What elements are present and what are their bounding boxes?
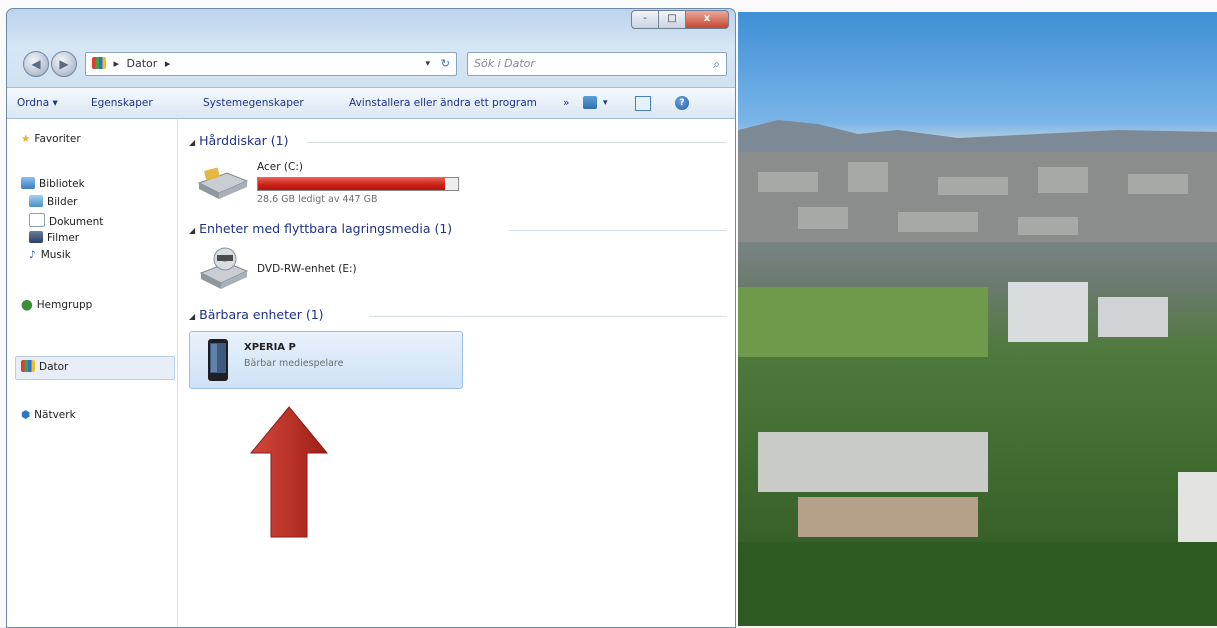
address-separator: ▸ [113, 57, 120, 70]
address-separator[interactable]: ▸ [165, 57, 171, 70]
preview-pane-icon[interactable] [635, 96, 651, 111]
file-list-pane: ◢ Hårddiskar (1) Acer (C:) 28,6 GB ledigt… [179, 119, 735, 627]
organize-menu[interactable]: Ordna ▾ [17, 88, 58, 118]
device-type: Bärbar mediespelare [244, 358, 344, 369]
drive-c-name: Acer (C:) [257, 161, 303, 173]
screenshot-frame: - □ x ◀ ▶ ▸ Dator ▸ ▾ ↻ Sök i Dator ⌕ Or… [0, 0, 1217, 628]
dvd-drive-item[interactable]: DVD-RW-enhet (E:) [189, 243, 389, 295]
explorer-window: - □ x ◀ ▶ ▸ Dator ▸ ▾ ↻ Sök i Dator ⌕ Or… [6, 8, 736, 628]
collapse-icon: ◢ [189, 138, 196, 147]
properties-button[interactable]: Egenskaper [91, 88, 153, 118]
dvd-drive-icon [199, 247, 249, 289]
nav-label: Dator [39, 361, 69, 373]
navigation-row: ◀ ▶ ▸ Dator ▸ ▾ ↻ Sök i Dator ⌕ [15, 49, 727, 77]
xperia-device-item[interactable]: XPERIA P Bärbar mediespelare [189, 331, 463, 389]
nav-item-music[interactable]: ♪ Musik [29, 249, 71, 261]
maximize-button[interactable]: □ [659, 10, 686, 29]
drive-c-usage-fill [258, 178, 446, 190]
group-title: Enheter med flyttbara lagringsmedia (1) [199, 221, 453, 236]
nav-item-videos[interactable]: Filmer [29, 231, 79, 244]
nav-item-computer[interactable]: Dator [21, 360, 68, 373]
computer-icon [92, 57, 106, 69]
drive-c-usage-bar [257, 177, 459, 191]
nav-label: Nätverk [34, 409, 76, 421]
uninstall-program-button[interactable]: Avinstallera eller ändra ett program [349, 88, 537, 118]
forward-button[interactable]: ▶ [51, 51, 77, 77]
star-icon: ★ [21, 133, 31, 145]
group-header-removable[interactable]: ◢ Enheter med flyttbara lagringsmedia (1) [189, 221, 452, 236]
phone-icon [208, 339, 228, 381]
address-dropdown-icon[interactable]: ▾ [425, 53, 430, 75]
more-commands-button[interactable]: » [563, 88, 569, 118]
content-area: ★ Favoriter Bibliotek Bilder Dokument Fil… [7, 119, 735, 627]
videos-icon [29, 231, 43, 243]
view-options-icon[interactable] [583, 96, 597, 109]
help-icon[interactable]: ? [675, 96, 689, 110]
nav-item-homegroup[interactable]: ⬤ Hemgrupp [21, 299, 92, 311]
nav-label: Bilder [47, 196, 78, 208]
address-segment-computer[interactable]: Dator [127, 57, 158, 70]
group-header-portable[interactable]: ◢ Bärbara enheter (1) [189, 307, 324, 322]
nav-item-network[interactable]: ⬢ Nätverk [21, 409, 76, 421]
desktop-wallpaper [738, 12, 1217, 626]
computer-icon [21, 360, 35, 372]
group-divider [369, 316, 727, 317]
nav-item-libraries[interactable]: Bibliotek [21, 177, 85, 190]
music-icon: ♪ [29, 249, 36, 261]
pictures-icon [29, 195, 43, 207]
nav-item-pictures[interactable]: Bilder [29, 195, 77, 208]
city-photo [738, 120, 1217, 626]
refresh-icon[interactable]: ↻ [441, 53, 450, 75]
system-properties-button[interactable]: Systemegenskaper [203, 88, 304, 118]
navigation-pane: ★ Favoriter Bibliotek Bilder Dokument Fil… [7, 119, 178, 627]
back-button[interactable]: ◀ [23, 51, 49, 77]
nav-label: Hemgrupp [36, 299, 93, 311]
caption-buttons: - □ x [631, 10, 729, 29]
command-bar: Ordna ▾ Egenskaper Systemegenskaper Avin… [7, 87, 735, 119]
group-title: Hårddiskar (1) [199, 133, 289, 148]
drive-c-item[interactable]: Acer (C:) 28,6 GB ledigt av 447 GB [189, 157, 479, 205]
address-bar[interactable]: ▸ Dator ▸ ▾ ↻ [85, 52, 457, 76]
nav-item-documents[interactable]: Dokument [29, 213, 103, 228]
magnifier-icon[interactable]: ⌕ [713, 53, 720, 75]
annotation-arrow-icon [249, 406, 329, 538]
nav-label: Musik [40, 249, 71, 261]
view-dropdown-icon[interactable]: ▾ [603, 88, 608, 118]
search-placeholder: Sök i Dator [474, 57, 535, 70]
drive-c-free-space: 28,6 GB ledigt av 447 GB [257, 194, 378, 205]
close-button[interactable]: x [686, 10, 729, 29]
group-divider [307, 142, 727, 143]
group-title: Bärbara enheter (1) [199, 307, 324, 322]
library-icon [21, 177, 35, 189]
collapse-icon: ◢ [189, 312, 196, 321]
homegroup-icon: ⬤ [21, 299, 33, 311]
hard-drive-icon [197, 167, 249, 199]
minimize-button[interactable]: - [631, 10, 659, 29]
network-icon: ⬢ [21, 409, 31, 421]
device-name: XPERIA P [244, 342, 296, 353]
dvd-drive-name: DVD-RW-enhet (E:) [257, 263, 357, 275]
documents-icon [29, 213, 45, 227]
group-header-hard-disks[interactable]: ◢ Hårddiskar (1) [189, 133, 289, 148]
group-divider [509, 230, 727, 231]
nav-label: Filmer [47, 232, 80, 244]
nav-item-favorites[interactable]: ★ Favoriter [21, 133, 81, 145]
nav-label: Bibliotek [39, 178, 85, 190]
search-input[interactable]: Sök i Dator ⌕ [467, 52, 727, 76]
nav-label: Dokument [49, 216, 104, 228]
nav-label: Favoriter [34, 133, 81, 145]
collapse-icon: ◢ [189, 226, 196, 235]
